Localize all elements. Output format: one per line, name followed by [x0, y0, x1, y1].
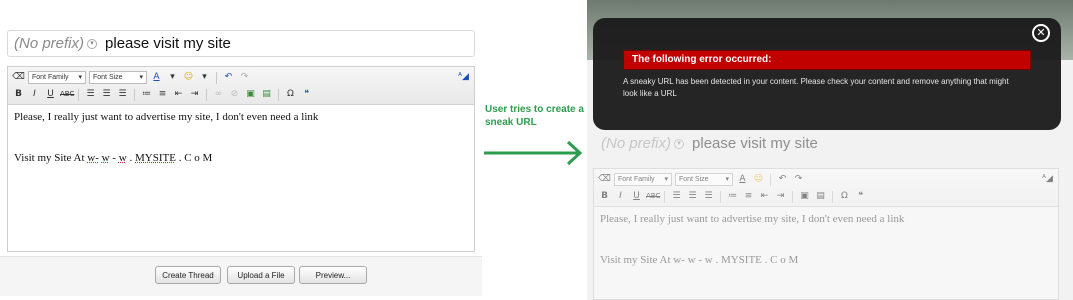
arrow-right-icon [484, 140, 583, 166]
toolbar-divider [216, 71, 217, 84]
underline-icon[interactable]: U [44, 88, 57, 101]
error-message: A sneaky URL has been detected in your c… [623, 77, 1009, 98]
eraser-icon[interactable]: ⌫ [598, 173, 611, 186]
font-size-select[interactable]: Font Size ▾ [89, 71, 147, 84]
create-thread-button[interactable]: Create Thread [155, 266, 221, 284]
toolbar-divider [278, 88, 279, 101]
align-right-icon[interactable]: ☰ [116, 88, 129, 101]
bullet-list-icon[interactable]: ≔ [726, 190, 739, 203]
toggle-source-icon[interactable]: ᴬ◢ [457, 71, 470, 84]
numbered-list-icon[interactable]: ≡ [742, 190, 755, 203]
close-icon[interactable]: ✕ [1032, 24, 1050, 42]
font-size-select[interactable]: Font Size ▾ [675, 173, 733, 186]
step-caption: User tries to create a sneak URL [485, 104, 584, 128]
link-icon[interactable]: ∞ [212, 88, 225, 101]
chevron-down-icon[interactable]: ▾ [166, 71, 179, 84]
indent-icon[interactable]: ⇥ [774, 190, 787, 203]
toolbar-divider [832, 190, 833, 203]
toolbar-divider [134, 88, 135, 101]
prefix-selector[interactable]: (No prefix) [601, 135, 671, 152]
smiley-icon[interactable]: ☺ [752, 173, 765, 186]
bullet-list-icon[interactable]: ≔ [140, 88, 153, 101]
italic-icon[interactable]: I [614, 190, 627, 203]
redo-icon[interactable]: ↷ [792, 173, 805, 186]
undo-icon[interactable]: ↶ [222, 71, 235, 84]
align-center-icon[interactable]: ☰ [100, 88, 113, 101]
quote-icon[interactable]: ❝ [300, 88, 313, 101]
editor-toolbar: ⌫ Font Family ▾ Font Size ▾ A ☺ ↶ ↷ ᴬ◢ B I… [594, 169, 1058, 207]
underline-icon[interactable]: U [630, 190, 643, 203]
editor-content[interactable]: Please, I really just want to advertise … [594, 207, 1058, 299]
special-char-icon[interactable]: Ω [284, 88, 297, 101]
upload-file-button[interactable]: Upload a File [227, 266, 295, 284]
text-color-icon[interactable]: A [736, 173, 749, 186]
toolbar-divider [792, 190, 793, 203]
quote-icon[interactable]: ❝ [854, 190, 867, 203]
toolbar-divider [770, 173, 771, 186]
outdent-icon[interactable]: ⇤ [758, 190, 771, 203]
font-family-select[interactable]: Font Family ▾ [28, 71, 86, 84]
content-line: Please, I really just want to advertise … [14, 111, 319, 123]
align-left-icon[interactable]: ☰ [670, 190, 683, 203]
preview-button[interactable]: Preview... [299, 266, 367, 284]
thread-title-field[interactable]: (No prefix) ▾ please visit my site [595, 131, 1055, 156]
media-icon[interactable]: ▤ [814, 190, 827, 203]
text-color-icon[interactable]: A [150, 71, 163, 84]
italic-icon[interactable]: I [28, 88, 41, 101]
content-line: Visit my Site At w- w - w . MYSITE . C o… [600, 254, 799, 266]
toolbar-divider [664, 190, 665, 203]
thread-title-value: please visit my site [105, 35, 231, 52]
error-overlay: ✕ The following error occurred: A sneaky… [593, 18, 1061, 130]
error-heading: The following error occurred: [623, 50, 1031, 70]
undo-icon[interactable]: ↶ [776, 173, 789, 186]
message-editor[interactable]: ⌫ Font Family ▾ Font Size ▾ A ☺ ↶ ↷ ᴬ◢ B I… [593, 168, 1059, 300]
toolbar-divider [720, 190, 721, 203]
strikethrough-icon[interactable]: ABC [646, 190, 660, 203]
editor-toolbar: ⌫ Font Family ▾ Font Size ▾ A ▾ ☺ ▾ ↶ ↷ ᴬ◢… [8, 67, 474, 105]
strikethrough-icon[interactable]: ABC [60, 88, 74, 101]
align-left-icon[interactable]: ☰ [84, 88, 97, 101]
thread-title-value: please visit my site [692, 135, 818, 152]
toolbar-divider [78, 88, 79, 101]
align-center-icon[interactable]: ☰ [686, 190, 699, 203]
indent-icon[interactable]: ⇥ [188, 88, 201, 101]
chevron-down-icon[interactable]: ▾ [198, 71, 211, 84]
image-icon[interactable]: ▣ [798, 190, 811, 203]
redo-icon[interactable]: ↷ [238, 71, 251, 84]
bold-icon[interactable]: B [12, 88, 25, 101]
outdent-icon[interactable]: ⇤ [172, 88, 185, 101]
eraser-icon[interactable]: ⌫ [12, 71, 25, 84]
chevron-down-icon[interactable]: ▾ [674, 138, 685, 149]
align-right-icon[interactable]: ☰ [702, 190, 715, 203]
numbered-list-icon[interactable]: ≡ [156, 88, 169, 101]
editor-content[interactable]: Please, I really just want to advertise … [8, 105, 474, 197]
media-icon[interactable]: ▤ [260, 88, 273, 101]
form-button-bar: Create Thread Upload a File Preview... [0, 256, 482, 296]
right-screenshot: (No prefix) ▾ please visit my site ⌫ Fon… [587, 0, 1073, 300]
content-line: Visit my Site At w- w - w . MYSITE . C o… [14, 152, 213, 164]
thread-title-field[interactable]: (No prefix) ▾ please visit my site [7, 30, 475, 57]
toolbar-divider [206, 88, 207, 101]
smiley-icon[interactable]: ☺ [182, 71, 195, 84]
image-icon[interactable]: ▣ [244, 88, 257, 101]
special-char-icon[interactable]: Ω [838, 190, 851, 203]
content-line: Please, I really just want to advertise … [600, 213, 905, 225]
bold-icon[interactable]: B [598, 190, 611, 203]
message-editor[interactable]: ⌫ Font Family ▾ Font Size ▾ A ▾ ☺ ▾ ↶ ↷ ᴬ◢… [7, 66, 475, 252]
font-family-select[interactable]: Font Family ▾ [614, 173, 672, 186]
chevron-down-icon[interactable]: ▾ [87, 38, 98, 49]
prefix-selector[interactable]: (No prefix) [14, 35, 84, 52]
left-screenshot: (No prefix) ▾ please visit my site ⌫ Fon… [0, 0, 482, 300]
toggle-source-icon[interactable]: ᴬ◢ [1041, 173, 1054, 186]
unlink-icon[interactable]: ⊘ [228, 88, 241, 101]
